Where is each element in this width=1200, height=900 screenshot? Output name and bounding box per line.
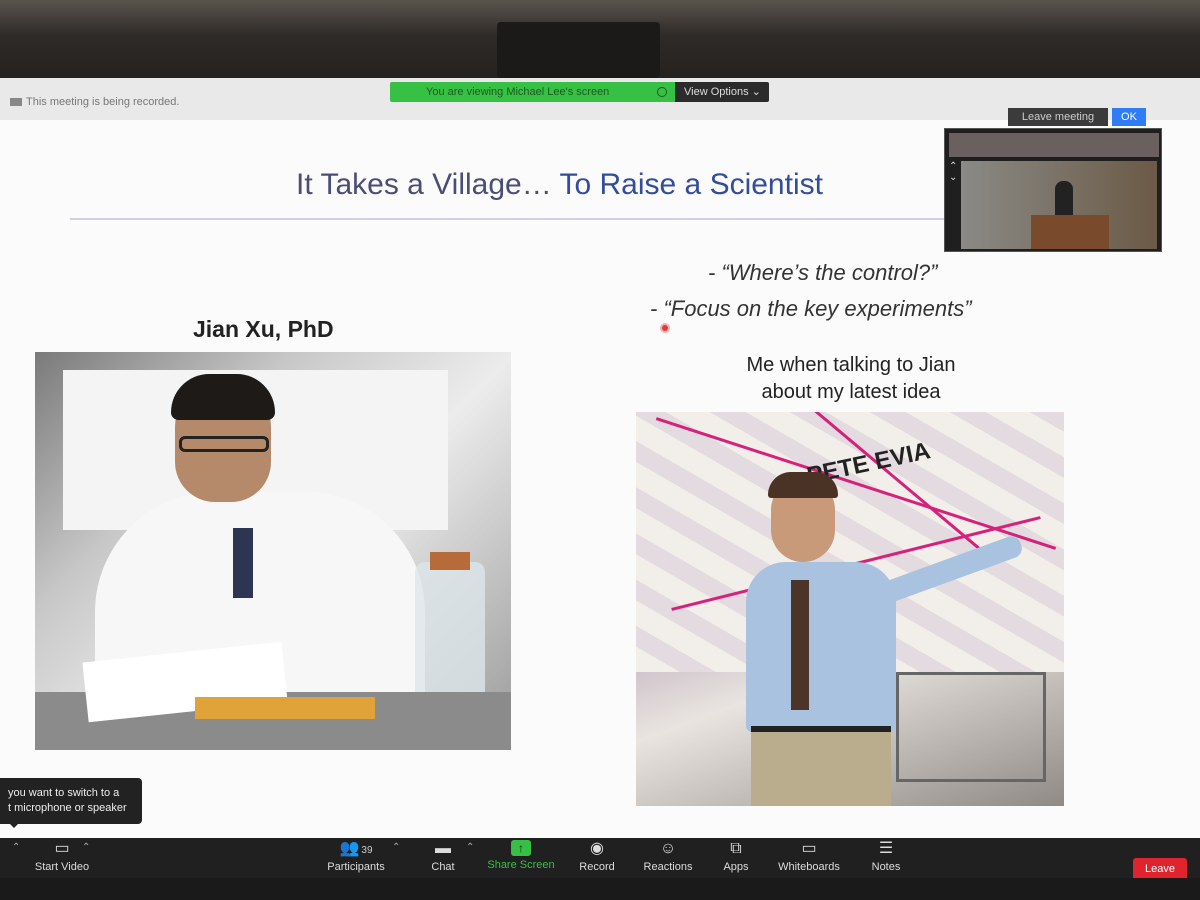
apps-button[interactable]: ⧉ Apps [718,840,754,873]
reactions-button[interactable]: ☺ Reactions [640,840,696,873]
whiteboards-button[interactable]: ▭ Whiteboards [776,840,842,873]
notes-button[interactable]: ☰ Notes [866,840,906,873]
slide-title: It Takes a Village… To Raise a Scientist [296,168,823,201]
notes-icon: ☰ [878,840,894,857]
photo-tray [195,697,375,719]
meme-caption: Me when talking to Jian about my latest … [746,354,956,403]
meme-photo: PETE EVIA [636,412,1064,806]
meme-pants [751,732,891,806]
thumbnail-audience-strip [949,133,1159,157]
tooltip-arrow [8,822,20,828]
photo-bottle-cap [430,552,470,570]
meme-hair [768,472,838,498]
caret-up-icon[interactable]: ⌃ [392,842,400,853]
meeting-toolbar: ⌃ ▭ Start Video ⌃ 👥 39 Participants ⌃ ▬ C… [0,838,1200,878]
meme-tie [791,580,809,710]
leave-button[interactable]: Leave [1133,858,1187,878]
zoom-meeting-screen: This meeting is being recorded. You are … [0,78,1200,878]
view-options-button[interactable]: View Options ⌄ [675,82,769,102]
chevron-down-icon: ⌄ [751,86,761,98]
record-icon: ◉ [590,840,604,857]
chat-button[interactable]: ▬ Chat [425,840,461,873]
share-screen-button[interactable]: ↑ Share Screen [486,840,556,871]
quote-item: - “Where’s the control?” [708,260,938,285]
participants-icon: 👥 39 [339,840,373,857]
photo-hair [171,374,275,420]
caret-up-icon[interactable]: ⌃ [82,842,90,853]
scientist-photo [35,352,511,750]
chevron-icon[interactable]: ⌃ ⌄ [949,161,959,183]
laptop-keyboard-edge [0,878,1200,900]
meme-cart [896,672,1046,782]
chat-icon: ▬ [435,840,451,857]
quote-list: - “Where’s the control?” - “Focus on the… [650,260,972,322]
screen-share-banner: You are viewing Michael Lee's screen [390,82,675,102]
photo-tie [233,528,253,598]
participants-button[interactable]: 👥 39 Participants [322,840,390,873]
smiley-icon: ☺ [659,840,677,857]
speaker-video-thumbnail[interactable]: ⌃ ⌄ [944,128,1162,252]
share-screen-icon: ↑ [511,840,531,856]
caret-up-icon[interactable]: ⌃ [466,842,474,853]
annotation-pointer-icon [660,323,670,333]
share-indicator-icon [657,87,667,97]
webcam-housing [497,22,660,78]
thumbnail-speaker [1055,181,1073,217]
person-name-label: Jian Xu, PhD [193,316,334,342]
thumbnail-podium [1031,215,1109,249]
recording-notice: This meeting is being recorded. [10,96,179,108]
photo-glasses [179,436,269,452]
apps-icon: ⧉ [730,840,742,857]
ok-button[interactable]: OK [1112,108,1146,126]
laptop-bezel-top [0,0,1200,80]
quote-item: - “Focus on the key experiments” [650,296,972,321]
leave-meeting-button[interactable]: Leave meeting [1008,108,1108,126]
audio-tooltip: you want to switch to a t microphone or … [0,778,142,824]
caret-up-icon[interactable]: ⌃ [12,842,20,853]
recording-icon [10,98,22,107]
meme-shirt [746,562,896,732]
whiteboard-icon: ▭ [801,840,817,857]
record-button[interactable]: ◉ Record [575,840,619,873]
